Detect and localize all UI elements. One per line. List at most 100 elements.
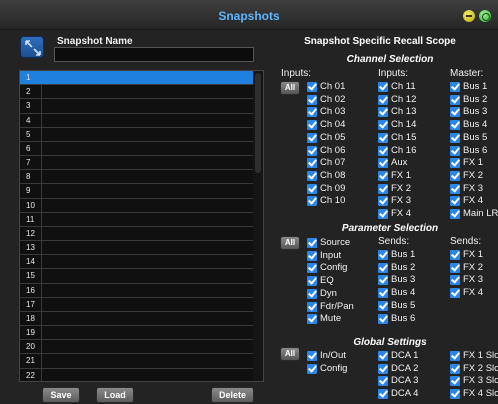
parameter-all-button[interactable]: All bbox=[280, 236, 300, 250]
checkmark-icon bbox=[378, 389, 388, 400]
list-item-number: 10 bbox=[20, 198, 42, 212]
list-item[interactable]: 6 bbox=[20, 141, 263, 157]
inputs-header-2: Inputs: bbox=[378, 68, 409, 79]
list-item[interactable]: 20 bbox=[20, 340, 263, 355]
checkbox-label: FX 1 bbox=[391, 169, 412, 181]
list-item[interactable]: 5 bbox=[20, 127, 263, 142]
save-button[interactable]: Save bbox=[42, 387, 80, 403]
list-item[interactable]: 21 bbox=[20, 354, 263, 369]
checkbox-label: FX 2 Slot bbox=[463, 362, 498, 374]
list-item-number: 3 bbox=[20, 99, 42, 113]
checkbox-label: Input bbox=[320, 249, 342, 261]
checkmark-icon bbox=[307, 132, 317, 143]
snapshot-list[interactable]: 1 2 3 4 5 6 7 8 9 10 11 12 13 14 15 16 17 18 19 20 21 22 bbox=[19, 70, 264, 382]
checkmark-icon bbox=[378, 351, 388, 361]
checkmark-icon bbox=[450, 363, 460, 374]
checkbox-label: Ch 16 bbox=[391, 144, 417, 156]
checkbox-label: DCA 3 bbox=[391, 375, 419, 387]
load-button[interactable]: Load bbox=[96, 387, 134, 403]
channel-all-button[interactable]: All bbox=[280, 81, 300, 95]
list-item-number: 2 bbox=[20, 85, 42, 99]
list-item-number: 6 bbox=[20, 141, 42, 156]
close-icon[interactable] bbox=[479, 10, 491, 22]
checkmark-icon bbox=[450, 107, 460, 118]
checkbox-label: In/Out bbox=[320, 350, 346, 361]
list-item-number: 5 bbox=[20, 127, 42, 141]
list-item[interactable]: 18 bbox=[20, 311, 263, 327]
checkbox-label: FX 4 Slot bbox=[463, 388, 498, 400]
checkmark-icon bbox=[378, 107, 388, 118]
list-item[interactable]: 10 bbox=[20, 198, 263, 213]
checkbox-label: Bus 1 bbox=[391, 249, 416, 260]
checkbox-label: Bus 5 bbox=[391, 299, 416, 311]
global-settings-title: Global Settings bbox=[353, 337, 427, 348]
checkbox-label: Bus 6 bbox=[391, 312, 416, 324]
checkbox-label: Bus 2 bbox=[463, 93, 488, 105]
list-item[interactable]: 1 bbox=[20, 71, 263, 86]
list-item-number: 20 bbox=[20, 340, 42, 354]
list-item[interactable]: 15 bbox=[20, 269, 263, 284]
list-item-number: 19 bbox=[20, 326, 42, 340]
checkmark-icon bbox=[307, 288, 317, 299]
checkmark-icon bbox=[450, 94, 460, 105]
checkbox-label: Ch 08 bbox=[320, 169, 346, 181]
collapse-arrows-icon[interactable] bbox=[20, 36, 44, 58]
list-scrollbar[interactable] bbox=[253, 71, 263, 381]
checkbox-label: DCA 2 bbox=[391, 362, 419, 374]
checkbox-label: FX 4 bbox=[463, 287, 484, 299]
checkbox-label: Ch 07 bbox=[320, 157, 346, 169]
list-item[interactable]: 16 bbox=[20, 283, 263, 298]
list-item[interactable]: 12 bbox=[20, 226, 263, 242]
checkbox-label: FX 4 bbox=[463, 195, 484, 207]
list-item[interactable]: 17 bbox=[20, 297, 263, 312]
scrollbar-thumb[interactable] bbox=[255, 73, 261, 173]
list-item[interactable]: 8 bbox=[20, 170, 263, 185]
list-item[interactable]: 22 bbox=[20, 368, 263, 381]
list-item-number: 21 bbox=[20, 354, 42, 368]
list-item[interactable]: 7 bbox=[20, 156, 263, 171]
checkbox-label: Ch 02 bbox=[320, 93, 346, 105]
checkbox-label: Ch 10 bbox=[320, 195, 346, 207]
checkbox-label: Bus 2 bbox=[391, 261, 416, 273]
checkbox-label: DCA 1 bbox=[391, 350, 419, 361]
checkbox-label: Ch 01 bbox=[320, 81, 346, 92]
checkmark-icon bbox=[307, 170, 317, 181]
checkmark-icon bbox=[450, 376, 460, 387]
minimize-icon[interactable] bbox=[463, 10, 475, 22]
list-item[interactable]: 3 bbox=[20, 99, 263, 114]
inputs-header-1: Inputs: bbox=[281, 68, 312, 79]
global-all-button[interactable]: All bbox=[280, 347, 300, 361]
checkmark-icon bbox=[307, 301, 317, 312]
checkbox-label: FX 1 Slot bbox=[463, 350, 498, 361]
checkbox-label: FX 2 bbox=[463, 261, 484, 273]
checkmark-icon bbox=[378, 196, 388, 207]
checkmark-icon bbox=[450, 209, 460, 219]
checkmark-icon bbox=[450, 170, 460, 181]
checkmark-icon bbox=[450, 145, 460, 156]
list-item[interactable]: 2 bbox=[20, 85, 263, 100]
checkbox-label: Config bbox=[320, 362, 348, 374]
delete-button[interactable]: Delete bbox=[211, 387, 254, 403]
list-item-number: 4 bbox=[20, 113, 42, 127]
checkbox-label: Ch 05 bbox=[320, 131, 346, 143]
list-item-number: 16 bbox=[20, 283, 42, 297]
list-item[interactable]: 13 bbox=[20, 241, 263, 256]
list-item-number: 9 bbox=[20, 184, 42, 198]
checkbox-label: FX 3 bbox=[391, 195, 412, 207]
checkmark-icon bbox=[450, 132, 460, 143]
list-item[interactable]: 11 bbox=[20, 212, 263, 227]
checkmark-icon bbox=[450, 120, 460, 131]
checkmark-icon bbox=[378, 300, 388, 311]
checkmark-icon bbox=[378, 376, 388, 387]
checkbox-label: Ch 09 bbox=[320, 182, 346, 194]
list-item[interactable]: 19 bbox=[20, 326, 263, 341]
checkbox-label: Bus 1 bbox=[463, 81, 488, 92]
list-item[interactable]: 14 bbox=[20, 255, 263, 270]
list-item[interactable]: 4 bbox=[20, 113, 263, 128]
snapshots-panel: Snapshot Name 1 2 3 4 5 6 7 8 9 10 11 12 13 14 15 16 17 1… bbox=[0, 30, 498, 404]
list-item[interactable]: 9 bbox=[20, 184, 263, 199]
checkbox-label: FX 1 bbox=[463, 249, 484, 260]
checkbox-label: EQ bbox=[320, 275, 334, 287]
snapshot-name-input[interactable] bbox=[54, 47, 254, 62]
checkmark-icon bbox=[450, 389, 460, 400]
